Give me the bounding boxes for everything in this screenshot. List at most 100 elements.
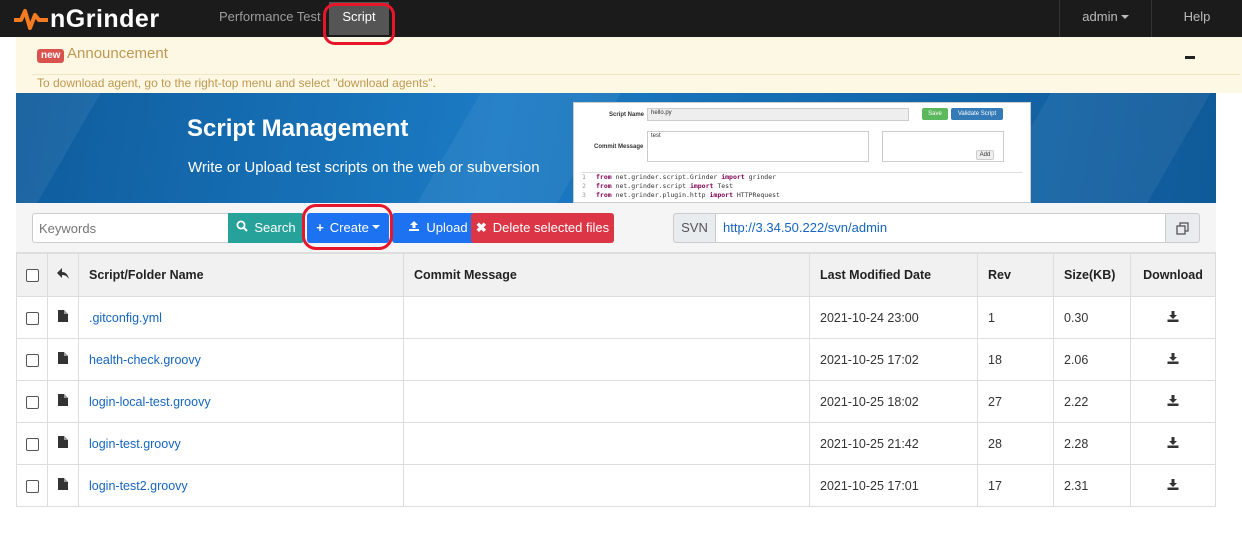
file-icon — [58, 394, 68, 406]
file-type-cell — [47, 296, 79, 339]
announcement-text: To download agent, go to the right-top m… — [37, 76, 436, 90]
caret-down-icon — [1120, 14, 1129, 19]
svn-url-field[interactable]: http://3.34.50.222/svn/admin — [715, 213, 1166, 243]
nav-help[interactable]: Help — [1151, 0, 1242, 37]
search-button[interactable]: Search — [228, 213, 304, 243]
new-badge: new — [37, 49, 65, 63]
preview-script-name: hello.py — [647, 108, 909, 121]
create-dropdown-button[interactable]: + Create — [307, 213, 389, 243]
line-number: 3 — [582, 191, 586, 199]
modified-date-cell: 2021-10-24 23:00 — [809, 296, 978, 339]
nav-script[interactable]: Script — [329, 2, 389, 35]
download-cell — [1130, 296, 1216, 339]
table-header-row: Script/Folder Name Commit Message Last M… — [16, 253, 1216, 297]
script-table: Script/Folder Name Commit Message Last M… — [16, 253, 1216, 507]
name-cell: login-local-test.groovy — [78, 380, 404, 423]
caret-down-icon — [371, 225, 380, 229]
select-all-checkbox[interactable] — [25, 269, 39, 283]
row-select-cell — [16, 422, 48, 465]
row-checkbox[interactable] — [25, 479, 39, 493]
header-commit-message[interactable]: Commit Message — [403, 253, 810, 297]
download-icon[interactable] — [1167, 436, 1179, 448]
size-cell: 2.28 — [1053, 422, 1131, 465]
row-select-cell — [16, 296, 48, 339]
keyword-search-input[interactable] — [32, 213, 229, 243]
file-type-cell — [47, 380, 79, 423]
name-cell: login-test.groovy — [78, 422, 404, 465]
table-row: .gitconfig.yml 2021-10-24 23:00 1 0.30 — [16, 296, 1216, 339]
row-checkbox[interactable] — [25, 395, 39, 409]
download-icon[interactable] — [1167, 478, 1179, 490]
code-keyword: from — [596, 182, 612, 190]
upload-icon — [408, 213, 420, 243]
table-row: login-local-test.groovy 2021-10-25 18:02 2… — [16, 380, 1216, 423]
search-label: Search — [254, 220, 296, 235]
announcement-title[interactable]: Announcement — [67, 45, 168, 62]
name-cell: health-check.groovy — [78, 338, 404, 381]
line-number: 1 — [582, 173, 586, 181]
file-link[interactable]: login-local-test.groovy — [89, 395, 211, 409]
size-cell: 0.30 — [1053, 296, 1131, 339]
header-name[interactable]: Script/Folder Name — [78, 253, 404, 297]
file-link[interactable]: .gitconfig.yml — [89, 311, 162, 325]
size-cell: 2.22 — [1053, 380, 1131, 423]
download-icon[interactable] — [1167, 394, 1179, 406]
rev-cell: 1 — [977, 296, 1054, 339]
delete-selected-button[interactable]: ✖ Delete selected files — [471, 213, 614, 243]
close-icon: ✖ — [475, 220, 487, 235]
parent-folder-cell — [47, 253, 79, 297]
row-checkbox[interactable] — [25, 437, 39, 451]
user-menu[interactable]: admin — [1059, 0, 1151, 37]
modified-date-cell: 2021-10-25 17:02 — [809, 338, 978, 381]
header-last-modified[interactable]: Last Modified Date — [809, 253, 978, 297]
file-link[interactable]: login-test2.groovy — [89, 479, 188, 493]
file-icon — [58, 352, 68, 364]
code-module: net.grinder.script — [611, 182, 690, 190]
code-name: grinder — [744, 173, 777, 181]
collapse-icon[interactable] — [1185, 56, 1195, 59]
select-all-cell — [16, 253, 48, 297]
download-cell — [1130, 380, 1216, 423]
banner-stripe — [16, 93, 113, 203]
file-link[interactable]: health-check.groovy — [89, 353, 201, 367]
commit-message-cell — [403, 464, 810, 507]
file-icon — [58, 478, 68, 490]
code-name: Test — [713, 182, 733, 190]
code-keyword: import — [709, 191, 733, 199]
plus-icon: + — [316, 220, 324, 235]
search-icon — [236, 213, 249, 243]
name-cell: .gitconfig.yml — [78, 296, 404, 339]
copy-url-button[interactable] — [1165, 213, 1200, 243]
code-name: HTTPRequest — [732, 191, 780, 199]
header-rev[interactable]: Rev — [977, 253, 1054, 297]
back-arrow-icon[interactable] — [57, 268, 69, 279]
banner-title: Script Management — [187, 115, 409, 142]
banner-subtitle: Write or Upload test scripts on the web … — [188, 159, 540, 176]
download-icon[interactable] — [1167, 352, 1179, 364]
editor-preview-image: Script Name hello.py Save Validate Scrip… — [573, 102, 1031, 203]
size-cell: 2.06 — [1053, 338, 1131, 381]
commit-message-cell — [403, 296, 810, 339]
download-icon[interactable] — [1167, 310, 1179, 322]
file-link[interactable]: login-test.groovy — [89, 437, 181, 451]
pulse-logo-icon — [14, 9, 48, 30]
code-module: net.grinder.plugin.http — [611, 191, 710, 199]
code-keyword: from — [596, 191, 612, 199]
commit-message-cell — [403, 338, 810, 381]
row-select-cell — [16, 464, 48, 507]
script-toolbar: Search + Create Upload ✖ Delete selected… — [16, 203, 1216, 253]
modified-date-cell: 2021-10-25 18:02 — [809, 380, 978, 423]
header-size[interactable]: Size(KB) — [1053, 253, 1131, 297]
table-row: login-test.groovy 2021-10-25 21:42 28 2.28 — [16, 422, 1216, 465]
preview-add-button: Add — [976, 150, 994, 160]
row-checkbox[interactable] — [25, 311, 39, 325]
download-cell — [1130, 464, 1216, 507]
row-checkbox[interactable] — [25, 353, 39, 367]
file-type-cell — [47, 338, 79, 381]
brand-logo[interactable]: nGrinder — [14, 4, 160, 34]
nav-performance-test[interactable]: Performance Test — [207, 0, 333, 37]
file-icon — [58, 436, 68, 448]
copy-icon — [1176, 221, 1189, 235]
table-row: health-check.groovy 2021-10-25 17:02 18 2.0… — [16, 338, 1216, 381]
user-name: admin — [1082, 9, 1118, 24]
